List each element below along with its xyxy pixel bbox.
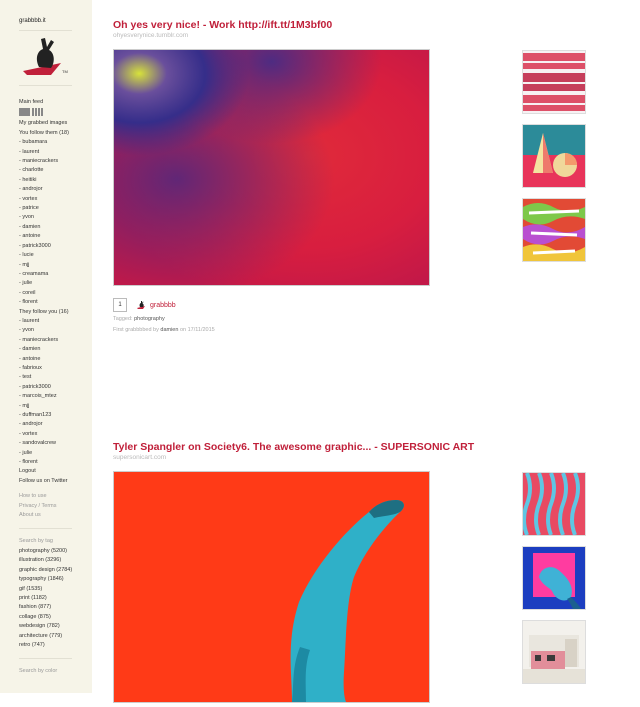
twitter-link[interactable]: Follow us on Twitter [19,477,72,486]
follower-user-link[interactable]: - patrick3000 [19,383,72,392]
tag-link[interactable]: typography (1846) [19,575,72,584]
view-toggle [19,108,72,117]
follower-user-link[interactable]: - antoine [19,355,72,364]
divider [19,528,72,530]
help-link[interactable]: About us [19,511,72,520]
grab-count[interactable]: 1 [113,298,127,312]
follower-user-link[interactable]: - fabrioux [19,364,72,373]
thumbnail[interactable] [522,620,586,684]
following-user-link[interactable]: - androjor [19,185,72,194]
follower-user-link[interactable]: - sandovalcrew [19,439,72,448]
follower-user-link[interactable]: - yvon [19,326,72,335]
thumbnail[interactable] [522,50,586,114]
following-user-link[interactable]: - creamama [19,270,72,279]
follower-user-link[interactable]: - marcois_mtez [19,392,72,401]
following-user-link[interactable]: - laurent [19,148,72,157]
my-grabbed-link[interactable]: My grabbed images [19,119,72,128]
following-user-link[interactable]: - maniecrackers [19,157,72,166]
first-prefix: First grabbbbed by [113,327,159,333]
site-name[interactable]: grabbbb.it [19,18,72,24]
help-link[interactable]: How to use [19,492,72,501]
follower-user-link[interactable]: - test [19,373,72,382]
search-tag-header: Search by tag [19,538,53,545]
follower-user-link[interactable]: - vortex [19,430,72,439]
tag-list: photography (5200) illustration (3296) gra… [19,547,72,650]
tag-link[interactable]: graphic design (2784) [19,566,72,575]
following-list: - bubamara - laurent - maniecrackers - char… [19,138,72,307]
grid-view-icon[interactable] [32,108,43,117]
thumbnail[interactable] [522,198,586,262]
post-tags: Tagged: photography [113,316,165,322]
main-feed-link[interactable]: Main feed [19,98,72,107]
first-user-link[interactable]: damien [160,327,178,333]
post-source[interactable]: supersonicart.com [113,454,513,461]
help-links: How to use Privacy / Terms About us [19,492,72,520]
list-view-icon[interactable] [19,108,30,117]
post-title[interactable]: Tyler Spangler on Society6. The awesome … [113,441,513,453]
follower-user-link[interactable]: - duffman123 [19,411,72,420]
following-user-link[interactable]: - bubamara [19,138,72,147]
thumbnail[interactable] [522,124,586,188]
tag-link[interactable]: fashion (877) [19,603,72,612]
tag-link[interactable]: print (1182) [19,594,72,603]
follower-user-link[interactable]: - julie [19,449,72,458]
followers-list: - laurent - yvon - maniecrackers - damien - … [19,317,72,468]
post-meta: 1 grabbbb [113,298,176,312]
follower-user-link[interactable]: - florent [19,458,72,467]
svg-text:TM: TM [62,69,68,74]
following-user-link[interactable]: - yvon [19,213,72,222]
divider [19,658,72,660]
grabber[interactable]: grabbbb [137,301,176,309]
followers-header: They follow you (16) [19,308,69,315]
grabber-name[interactable]: grabbbb [150,302,176,309]
logout-link[interactable]: Logout [19,467,72,476]
tag-link[interactable]: photography [134,316,165,322]
divider [19,30,72,31]
tagged-label: Tagged: [113,316,133,322]
tag-link[interactable]: gif (1535) [19,585,72,594]
tag-link[interactable]: photography (5200) [19,547,72,556]
following-user-link[interactable]: - heitiki [19,176,72,185]
post-image[interactable] [113,471,430,703]
tag-link[interactable]: illustration (3296) [19,556,72,565]
following-user-link[interactable]: - damien [19,223,72,232]
following-user-link[interactable]: - antoine [19,232,72,241]
following-user-link[interactable]: - mjj [19,261,72,270]
tag-link[interactable]: architecture (779) [19,632,72,641]
post: Oh yes very nice! - Work http://ift.tt/1… [113,19,513,333]
following-user-link[interactable]: - florent [19,298,72,307]
following-header: You follow them (18) [19,129,69,136]
following-user-link[interactable]: - coreil [19,289,72,298]
post-first-grab: First grabbbbed by damien on 17/11/2015 [113,327,215,333]
thumbnail[interactable] [522,472,586,536]
tag-link[interactable]: retro (747) [19,641,72,650]
following-user-link[interactable]: - lucie [19,251,72,260]
following-user-link[interactable]: - patrice [19,204,72,213]
post-image[interactable] [113,49,430,286]
search-color-header: Search by color [19,668,58,675]
divider [19,85,72,86]
following-user-link[interactable]: - charlotte [19,166,72,175]
follower-user-link[interactable]: - laurent [19,317,72,326]
help-link[interactable]: Privacy / Terms [19,502,72,511]
following-user-link[interactable]: - vortex [19,195,72,204]
follower-user-link[interactable]: - mjj [19,402,72,411]
post: Tyler Spangler on Society6. The awesome … [113,441,513,703]
sidebar: grabbbb.it TM Main feed My grabbed image… [0,0,92,693]
follower-user-link[interactable]: - androjor [19,420,72,429]
post-source[interactable]: ohyesverynice.tumblr.com [113,32,513,39]
following-user-link[interactable]: - patrick3000 [19,242,72,251]
first-date: on 17/11/2015 [179,327,215,333]
logo-rabbit-icon[interactable]: TM [21,37,71,77]
rabbit-icon [137,301,145,309]
tag-link[interactable]: collage (875) [19,613,72,622]
thumbnail[interactable] [522,546,586,610]
following-user-link[interactable]: - julie [19,279,72,288]
tag-link[interactable]: webdesign (782) [19,622,72,631]
follower-user-link[interactable]: - damien [19,345,72,354]
post-title[interactable]: Oh yes very nice! - Work http://ift.tt/1… [113,19,513,31]
follower-user-link[interactable]: - maniecrackers [19,336,72,345]
